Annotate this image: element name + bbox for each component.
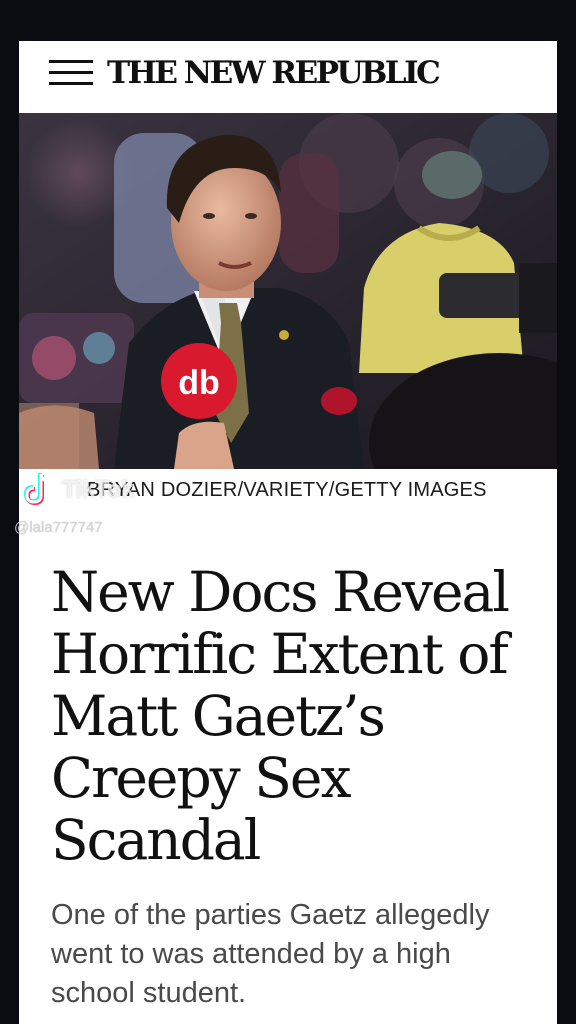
hamburger-menu-icon[interactable]	[49, 60, 93, 86]
tiktok-username: @lala777747	[14, 519, 103, 536]
site-header: THE NEW REPUBLIC	[19, 41, 557, 113]
mic-logo: db	[178, 364, 220, 402]
hero-photo-illustration: db	[19, 113, 557, 469]
site-logo[interactable]: THE NEW REPUBLIC	[107, 55, 441, 91]
hero-photo: db	[19, 113, 557, 469]
article-dek: One of the parties Gaetz allegedly went …	[51, 899, 490, 1009]
article-headline: New Docs Reveal Horrific Extent of Matt …	[51, 560, 510, 872]
tiktok-brand-text: TikTok	[62, 476, 135, 503]
tiktok-logo-icon	[23, 473, 52, 506]
photo-credit: BRYAN DOZIER/VARIETY/GETTY IMAGES	[87, 479, 487, 501]
